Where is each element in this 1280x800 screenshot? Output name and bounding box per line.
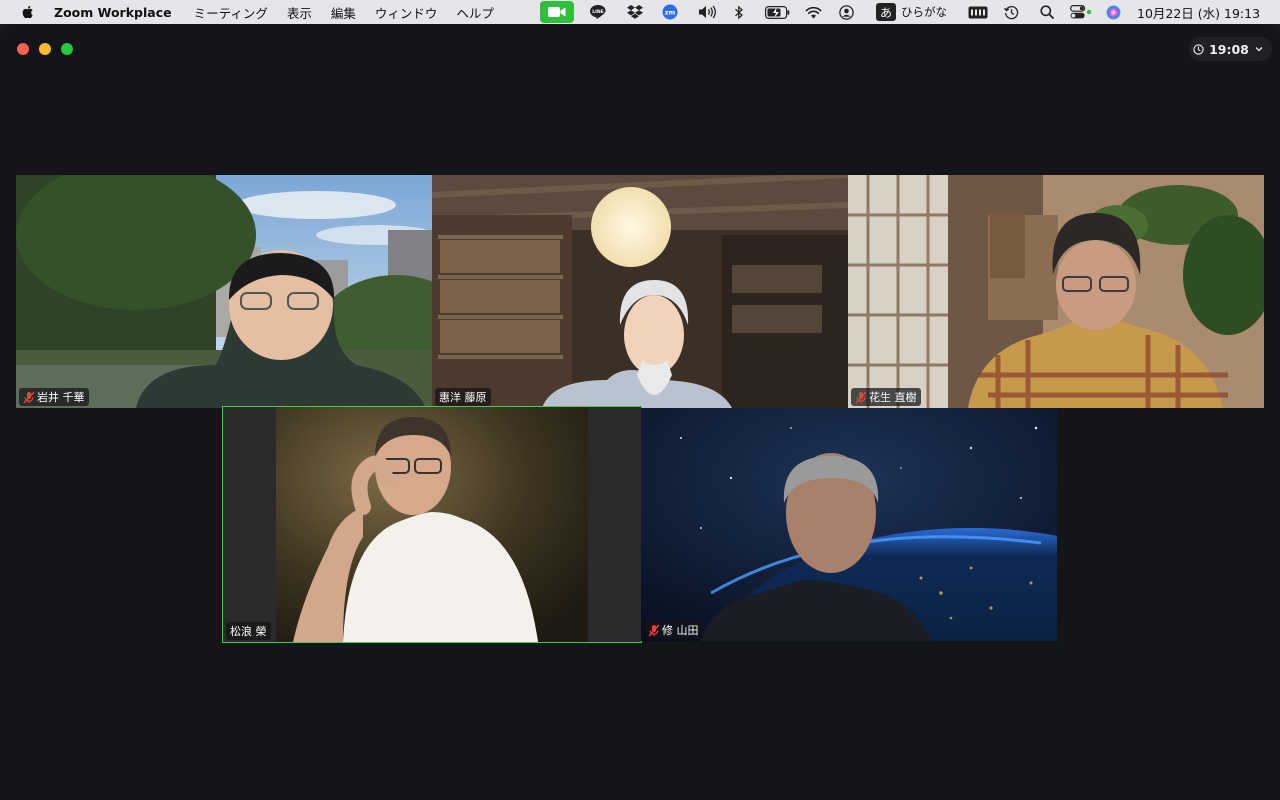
participant-video (16, 175, 432, 408)
search-icon (1040, 5, 1054, 19)
participant-name: 花生 直樹 (869, 391, 917, 404)
participant-name-tag: 惠洋 藤原 (435, 388, 491, 406)
control-center-tray[interactable] (1070, 2, 1092, 22)
battery-tray[interactable] (764, 2, 790, 22)
dropbox-tray[interactable] (625, 2, 645, 22)
video-tile-4-active-speaker[interactable]: 松浪 榮 (222, 406, 642, 643)
video-tile-2[interactable]: 惠洋 藤原 (432, 175, 848, 408)
bluetooth-tray[interactable] (732, 2, 746, 22)
spotlight-tray[interactable] (1039, 2, 1055, 22)
video-tile-1[interactable]: 岩井 千華 (16, 175, 432, 408)
battery-icon (764, 5, 789, 19)
window-close-button[interactable] (17, 43, 29, 55)
participant-name-tag: 修 山田 (644, 621, 703, 639)
menubar-clock[interactable]: 10月22日 (水) 19:13 (1137, 3, 1260, 22)
video-tile-5[interactable]: 修 山田 (641, 408, 1057, 641)
apple-menu-icon[interactable] (20, 4, 36, 20)
muted-microphone-icon (648, 624, 660, 636)
zoom-app-icon: zm (662, 4, 678, 20)
dropbox-icon (627, 5, 643, 19)
menu-edit[interactable]: 編集 (331, 3, 356, 22)
bluetooth-icon (735, 5, 743, 19)
participant-name: 惠洋 藤原 (439, 391, 487, 404)
participant-name-tag: 岩井 千華 (19, 388, 89, 406)
window-fullscreen-button[interactable] (61, 43, 73, 55)
line-icon: LINE (590, 4, 606, 19)
time-machine-icon (1003, 5, 1018, 19)
siri-icon (1106, 5, 1120, 19)
chevron-down-icon (1255, 47, 1263, 52)
keyboard-icon (968, 6, 988, 18)
svg-text:zm: zm (665, 8, 676, 16)
control-center-icon (1070, 5, 1092, 19)
input-method-tray[interactable]: あ ひらがな (876, 2, 947, 22)
window-minimize-button[interactable] (39, 43, 51, 55)
muted-microphone-icon (855, 391, 867, 403)
user-icon (838, 4, 854, 20)
participant-name-tag: 花生 直樹 (851, 388, 921, 406)
participant-name: 岩井 千華 (37, 391, 85, 404)
input-method-label: ひらがな (901, 5, 947, 19)
muted-microphone-icon (23, 391, 35, 403)
input-method-icon: あ (876, 3, 896, 21)
zoom-app-tray[interactable]: zm (661, 2, 679, 22)
zoom-video-status[interactable] (540, 1, 574, 23)
keyboard-tray[interactable] (967, 2, 989, 22)
participant-name: 松浪 榮 (230, 625, 267, 638)
participant-video (432, 175, 848, 408)
time-machine-tray[interactable] (1003, 2, 1019, 22)
menu-help[interactable]: ヘルプ (456, 3, 494, 22)
menu-window[interactable]: ウィンドウ (375, 3, 438, 22)
participant-name-tag: 松浪 榮 (226, 622, 271, 640)
volume-tray[interactable] (697, 2, 717, 22)
meeting-timer[interactable]: 19:08 (1189, 37, 1272, 61)
zoom-video-icon (548, 7, 566, 17)
user-tray[interactable] (838, 2, 854, 22)
app-menu[interactable]: Zoom Workplace (54, 5, 172, 20)
participant-video (641, 408, 1057, 641)
wifi-icon (805, 6, 821, 18)
meeting-timer-text: 19:08 (1209, 41, 1249, 57)
menu-bar: Zoom Workplace ミーティング 表示 編集 ウィンドウ ヘルプ LI… (0, 0, 1280, 24)
participant-name: 修 山田 (662, 624, 699, 637)
siri-tray[interactable] (1105, 2, 1121, 22)
clock-icon (1193, 43, 1204, 55)
line-tray[interactable]: LINE (588, 2, 608, 22)
svg-text:LINE: LINE (592, 9, 604, 15)
volume-icon (698, 5, 716, 19)
menu-meeting[interactable]: ミーティング (194, 3, 268, 22)
wifi-tray[interactable] (804, 2, 822, 22)
participant-video (223, 407, 641, 642)
menu-view[interactable]: 表示 (287, 3, 312, 22)
participant-video (848, 175, 1264, 408)
video-tile-3[interactable]: 花生 直樹 (848, 175, 1264, 408)
